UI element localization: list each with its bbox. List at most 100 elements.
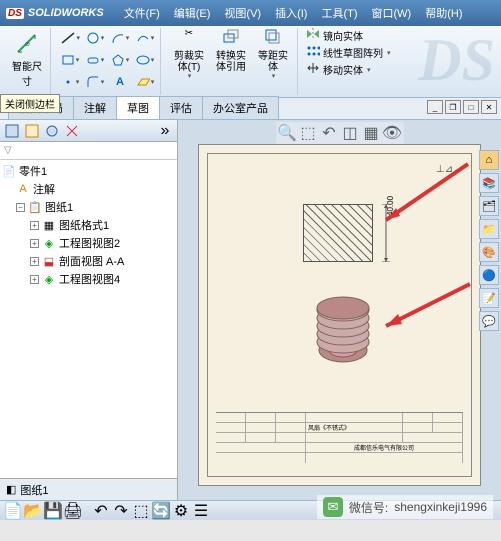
rebuild-icon[interactable]: 🔄: [152, 503, 170, 519]
smart-dimension-button[interactable]: ⌀ 智能尺 寸: [8, 28, 46, 92]
doc-close[interactable]: ✕: [481, 100, 497, 114]
tab-office[interactable]: 办公室产品: [202, 96, 279, 119]
pattern-row[interactable]: 线性草图阵列▾: [306, 45, 391, 60]
file-explorer-icon[interactable]: 📁: [479, 219, 499, 239]
tab-annotate[interactable]: 注解: [73, 96, 117, 119]
convert-button[interactable]: 转换实 体引用: [211, 28, 251, 73]
redo-icon[interactable]: ↷: [112, 503, 130, 519]
circle-tool[interactable]: ▾: [84, 28, 106, 48]
menu-edit[interactable]: 编辑(E): [168, 3, 217, 23]
menu-view[interactable]: 视图(V): [218, 3, 267, 23]
rectangle-tool[interactable]: ▾: [59, 50, 81, 70]
expand-icon[interactable]: +: [30, 221, 39, 230]
tree-view2-label: 工程图视图2: [59, 235, 120, 251]
dimension-value[interactable]: 40.00: [386, 196, 395, 216]
part-icon: 📄: [2, 164, 16, 178]
offset-button[interactable]: 等距实 体 ▾: [253, 28, 293, 81]
filter-bar[interactable]: ▽: [0, 142, 177, 160]
doc-min[interactable]: _: [427, 100, 443, 114]
doc-max[interactable]: □: [463, 100, 479, 114]
coil-part-view[interactable]: [308, 294, 378, 364]
tree-format-label: 图纸格式1: [59, 217, 109, 233]
sheet-tab-label[interactable]: 图纸1: [20, 482, 48, 498]
slot-tool[interactable]: ▾: [84, 50, 106, 70]
svg-text:⌀: ⌀: [25, 39, 30, 48]
dimx-tab-icon[interactable]: [64, 123, 80, 139]
section-view-rect[interactable]: [303, 204, 373, 262]
section-view-icon[interactable]: ◫: [341, 124, 359, 142]
main-area: » ▽ 📄 零件1 A 注解 − 📋 图纸1 + ▦ 图纸格式1: [0, 120, 501, 500]
tree-sheet-format[interactable]: + ▦ 图纸格式1: [2, 216, 175, 234]
filter-icon: ▽: [4, 145, 12, 156]
tab-evaluate[interactable]: 评估: [159, 96, 203, 119]
fillet-tool[interactable]: ▾: [84, 72, 106, 92]
menu-help[interactable]: 帮助(H): [419, 3, 468, 23]
feature-tree-tab-icon[interactable]: [4, 123, 20, 139]
appearances-icon[interactable]: 🔵: [479, 265, 499, 285]
select-icon[interactable]: ⬚: [132, 503, 150, 519]
prev-view-icon[interactable]: ↶: [320, 124, 338, 142]
custom-props-icon[interactable]: 📝: [479, 288, 499, 308]
options-icon[interactable]: ⚙: [172, 503, 190, 519]
feature-tree: 📄 零件1 A 注解 − 📋 图纸1 + ▦ 图纸格式1 + ◈ 工程图视图2: [0, 160, 177, 478]
tree-section-aa[interactable]: + ⬓ 剖面视图 A-A: [2, 252, 175, 270]
point-tool[interactable]: ▾: [59, 72, 81, 92]
ribbon-group-dimension: ⌀ 智能尺 寸: [4, 28, 51, 95]
menu-window[interactable]: 窗口(W): [366, 3, 418, 23]
menu-insert[interactable]: 插入(I): [269, 3, 313, 23]
scissors-icon: ✂: [178, 28, 200, 50]
design-lib-icon[interactable]: 🗂: [479, 196, 499, 216]
tree-view2[interactable]: + ◈ 工程图视图2: [2, 234, 175, 252]
polygon-tool[interactable]: ▾: [109, 50, 131, 70]
tree-annot[interactable]: A 注解: [2, 180, 175, 198]
ellipse-tool[interactable]: ▾: [134, 50, 156, 70]
save-icon[interactable]: 💾: [44, 503, 62, 519]
trim-button[interactable]: ✂ 剪裁实 体(T) ▾: [169, 28, 209, 81]
arc-tool[interactable]: ▾: [109, 28, 131, 48]
new-doc-icon[interactable]: 📄: [4, 503, 22, 519]
mirror-row[interactable]: 镜向实体: [306, 28, 391, 43]
convert-icon: [220, 28, 242, 50]
ribbon-group-sketch-tools: ▾ ▾ ▾ ▾ ▾ ▾ ▾ ▾ ▾ ▾ A ▾: [55, 28, 161, 95]
tree-view4[interactable]: + ◈ 工程图视图4: [2, 270, 175, 288]
resources-icon[interactable]: 📚: [479, 173, 499, 193]
zoom-area-icon[interactable]: ⬚: [299, 124, 317, 142]
text-tool[interactable]: A: [109, 72, 131, 92]
print-icon[interactable]: 🖨: [64, 503, 82, 519]
ds-badge: DS: [6, 8, 24, 19]
expand-icon[interactable]: +: [30, 239, 39, 248]
tree-root[interactable]: 📄 零件1: [2, 162, 175, 180]
spline-tool[interactable]: ▾: [134, 28, 156, 48]
hide-show-icon[interactable]: 👁: [383, 124, 401, 142]
undo-icon[interactable]: ↶: [92, 503, 110, 519]
view-toolbar: 🔍 ⬚ ↶ ◫ ▦ 👁: [276, 122, 403, 144]
plane-tool[interactable]: ▾: [134, 72, 156, 92]
config-tab-icon[interactable]: [44, 123, 60, 139]
menu-file[interactable]: 文件(F): [118, 3, 166, 23]
tab-sketch[interactable]: 草图: [116, 96, 160, 119]
open-icon[interactable]: 📂: [24, 503, 42, 519]
home-icon[interactable]: ⌂: [479, 150, 499, 170]
move-row[interactable]: 移动实体▾: [306, 62, 391, 77]
doc-restore[interactable]: ❐: [445, 100, 461, 114]
view-palette-icon[interactable]: 🎨: [479, 242, 499, 262]
line-tool[interactable]: ▾: [59, 28, 81, 48]
title-part-name: 风扇《不锈式》: [306, 423, 403, 432]
menu-tools[interactable]: 工具(T): [315, 3, 363, 23]
tree-sheet1-label: 图纸1: [45, 199, 73, 215]
property-tab-icon[interactable]: [24, 123, 40, 139]
main-menu: 文件(F) 编辑(E) 视图(V) 插入(I) 工具(T) 窗口(W) 帮助(H…: [118, 3, 469, 23]
expand-icon[interactable]: +: [30, 257, 39, 266]
expand-icon[interactable]: +: [30, 275, 39, 284]
display-style-icon[interactable]: ▦: [362, 124, 380, 142]
expand-icon[interactable]: »: [157, 123, 173, 139]
mirror-label: 镜向实体: [323, 28, 363, 43]
tree-sheet1[interactable]: − 📋 图纸1: [2, 198, 175, 216]
feature-tabs: »: [0, 120, 177, 142]
zoom-fit-icon[interactable]: 🔍: [278, 124, 296, 142]
forum-icon[interactable]: 💬: [479, 311, 499, 331]
title-company: 成都信乐电气有限公司: [306, 443, 463, 452]
drawing-canvas[interactable]: 🔍 ⬚ ↶ ◫ ▦ 👁 ⊥⊿ 40.00: [178, 120, 501, 500]
layer-icon[interactable]: ☰: [192, 503, 210, 519]
collapse-icon[interactable]: −: [16, 203, 25, 212]
